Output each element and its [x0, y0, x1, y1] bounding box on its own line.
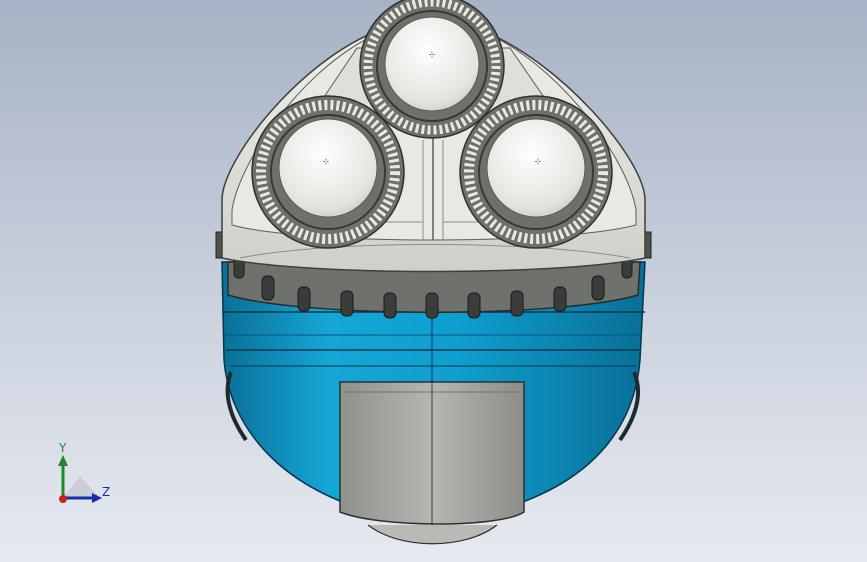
- graphics-viewport[interactable]: ⊹ ⊹ ⊹ Y Z: [0, 0, 867, 562]
- x-axis-dot: [59, 495, 67, 503]
- svg-text:⊹: ⊹: [323, 157, 330, 166]
- axis-y-label: Y: [59, 441, 67, 455]
- front-guard-plate: [339, 381, 525, 545]
- axis-z-label: Z: [102, 485, 111, 499]
- svg-text:⊹: ⊹: [429, 50, 436, 59]
- svg-text:⊹: ⊹: [535, 157, 542, 166]
- orientation-triad[interactable]: [58, 455, 102, 503]
- cutter-head-left: ⊹: [251, 95, 405, 249]
- cutter-head-right: ⊹: [459, 95, 613, 249]
- model-render[interactable]: ⊹ ⊹ ⊹: [0, 0, 867, 562]
